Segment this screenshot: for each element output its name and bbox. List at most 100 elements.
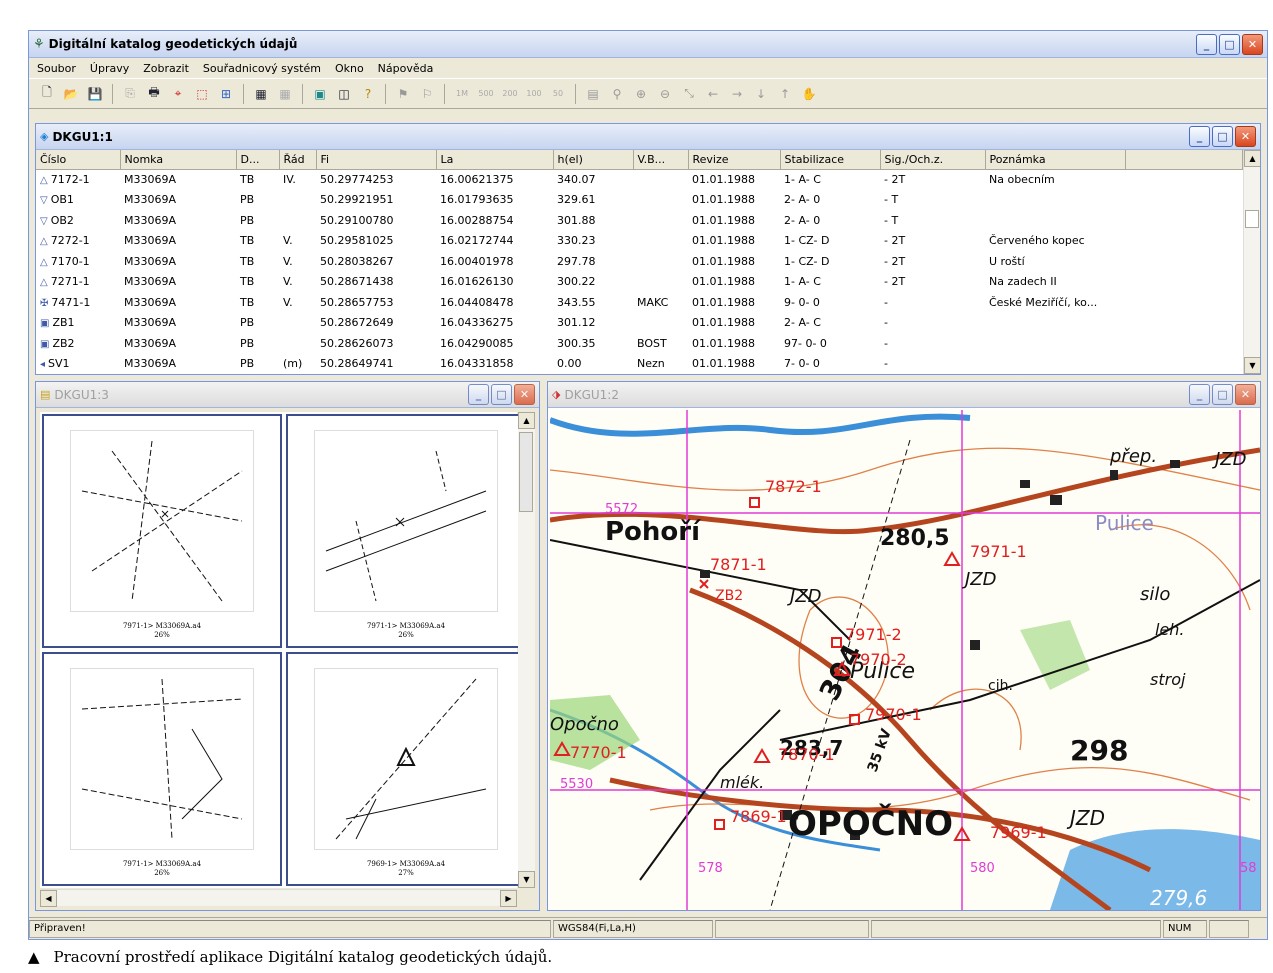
scale-500-button[interactable]: 500 (476, 84, 496, 104)
table-row[interactable]: ◂ SV1 M33069A PB (m) 50.28649741 16.04331858 0.… (36, 354, 1243, 375)
zoom-window-icon[interactable]: ⤡ (679, 84, 699, 104)
col-header-rad[interactable]: Řád (279, 150, 317, 170)
scale-1m-button[interactable]: 1M (452, 84, 472, 104)
map-minimize-button[interactable]: _ (1189, 384, 1210, 405)
scale-100-button[interactable]: 100 (524, 84, 544, 104)
point-marker[interactable] (943, 551, 961, 566)
col-header-nomka[interactable]: Nomka (120, 150, 237, 170)
menu-zobrazit[interactable]: Zobrazit (143, 62, 189, 75)
flag-back-icon[interactable]: ⚐ (417, 84, 437, 104)
col-header-revize[interactable]: Revize (688, 150, 781, 170)
col-header-sig[interactable]: Sig./Och.z. (880, 150, 986, 170)
label-pohori: Pohoří (605, 517, 702, 547)
flag-icon[interactable]: ⚑ (393, 84, 413, 104)
thumb-horizontal-scrollbar[interactable]: ◀ ▶ (40, 889, 517, 907)
sketch-image (70, 430, 254, 612)
pan-hand-icon[interactable]: ✋ (799, 84, 819, 104)
arrow-up-icon[interactable]: ↑ (775, 84, 795, 104)
maximize-button[interactable]: □ (1219, 33, 1240, 55)
zoom-in-icon[interactable]: ⊕ (631, 84, 651, 104)
minimize-button[interactable]: _ (1196, 33, 1217, 55)
table-row[interactable]: ▽ OB2 M33069A PB 50.29100780 16.00288754 301.8… (36, 210, 1243, 231)
point-marker[interactable] (753, 748, 771, 763)
thumb-vertical-scrollbar[interactable]: ▲ ▼ (518, 412, 535, 888)
map-icon[interactable]: ▣ (310, 84, 330, 104)
help-icon[interactable]: ? (358, 84, 378, 104)
table-maximize-button[interactable]: □ (1212, 126, 1233, 147)
scroll-up-icon[interactable]: ▲ (518, 412, 535, 429)
table-row[interactable]: ▣ ZB2 M33069A PB 50.28626073 16.04290085 300.3… (36, 333, 1243, 354)
new-file-icon[interactable]: 🗋 (37, 84, 57, 104)
thumbnail-4[interactable]: 7969-1> M33069A.a4 27% (286, 652, 526, 886)
table-row[interactable]: △ 7172-1 M33069A TB IV. 50.29774253 16.0062137… (36, 169, 1243, 190)
menu-okno[interactable]: Okno (335, 62, 364, 75)
table-row[interactable]: △ 7272-1 M33069A TB V. 50.29581025 16.02172744… (36, 231, 1243, 252)
copy-icon[interactable]: ⎘ (120, 84, 140, 104)
point-marker[interactable] (714, 819, 725, 830)
col-header-fi[interactable]: Fi (316, 150, 437, 170)
thumbnail-1[interactable]: 7971-1> M33069A.a4 26% (42, 414, 282, 648)
print-icon[interactable]: 🖶 (144, 84, 164, 104)
table-cell: 16.04336275 (440, 316, 514, 330)
scroll-left-icon[interactable]: ◀ (40, 890, 57, 907)
table-row[interactable]: ▽ OB1 M33069A PB 50.29921951 16.01793635 329.6… (36, 190, 1243, 211)
zoom-out-icon[interactable]: ⊖ (655, 84, 675, 104)
col-header-stabilizace[interactable]: Stabilizace (780, 150, 881, 170)
save-icon[interactable]: 💾 (85, 84, 105, 104)
col-header-vb[interactable]: V.B... (633, 150, 689, 170)
select-area-icon[interactable]: ⬚ (192, 84, 212, 104)
scroll-thumb[interactable] (519, 432, 533, 512)
arrow-left-icon[interactable]: ← (703, 84, 723, 104)
map-maximize-button[interactable]: □ (1212, 384, 1233, 405)
scroll-up-icon[interactable]: ▲ (1244, 150, 1260, 167)
thumb-close-button[interactable]: ✕ (514, 384, 535, 405)
table-cell-empty (1125, 190, 1243, 211)
thumb-minimize-button[interactable]: _ (468, 384, 489, 405)
menu-soubor[interactable]: Soubor (37, 62, 76, 75)
scroll-down-icon[interactable]: ▼ (1244, 357, 1260, 374)
point-marker[interactable] (749, 497, 760, 508)
table-close-button[interactable]: ✕ (1235, 126, 1256, 147)
select-point-icon[interactable]: ⌖ (168, 84, 188, 104)
menu-souradnicovy-system[interactable]: Souřadnicový systém (203, 62, 321, 75)
topographic-map[interactable]: Pohoří OPOČNO Pulice Pulice přep. JZD JZ… (550, 410, 1260, 910)
menu-upravy[interactable]: Úpravy (90, 62, 129, 75)
scroll-down-icon[interactable]: ▼ (518, 871, 535, 888)
table-row[interactable]: △ 7170-1 M33069A TB V. 50.28038267 16.00401978… (36, 251, 1243, 272)
menu-napoveda[interactable]: Nápověda (378, 62, 434, 75)
table-row[interactable]: ▣ ZB1 M33069A PB 50.28672649 16.04336275 301.1… (36, 313, 1243, 334)
binoculars-icon[interactable]: ⚲ (607, 84, 627, 104)
table-cell (633, 190, 688, 211)
col-header-cislo[interactable]: Číslo (36, 150, 121, 170)
scale-50-button[interactable]: 50 (548, 84, 568, 104)
layer-icon[interactable]: ▤ (583, 84, 603, 104)
map-close-button[interactable]: ✕ (1235, 384, 1256, 405)
table-row[interactable]: ✠ 7471-1 M33069A TB V. 50.28657753 16.04408478… (36, 292, 1243, 313)
frame-icon[interactable]: ◫ (334, 84, 354, 104)
col-header-d[interactable]: D... (236, 150, 280, 170)
arrow-down-icon[interactable]: ↓ (751, 84, 771, 104)
scroll-thumb[interactable] (1245, 210, 1259, 228)
table-cell: 343.55 (557, 295, 596, 309)
table-vertical-scrollbar[interactable]: ▲ ▼ (1243, 150, 1260, 374)
close-button[interactable]: ✕ (1242, 33, 1263, 55)
scale-200-button[interactable]: 200 (500, 84, 520, 104)
arrow-right-icon[interactable]: → (727, 84, 747, 104)
table-minimize-button[interactable]: _ (1189, 126, 1210, 147)
table-icon[interactable]: ▦ (251, 84, 271, 104)
thumbnail-2[interactable]: 7971-1> M33069A.a4 26% (286, 414, 526, 648)
thumb-maximize-button[interactable]: □ (491, 384, 512, 405)
open-folder-icon[interactable]: 📂 (61, 84, 81, 104)
col-header-hel[interactable]: h(el) (553, 150, 634, 170)
col-header-la[interactable]: La (436, 150, 554, 170)
point-label-5572: 5572 (605, 502, 638, 517)
thumbnail-3[interactable]: 7971-1> M33069A.a4 26% (42, 652, 282, 886)
grid-select-icon[interactable]: ⊞ (216, 84, 236, 104)
table-disabled-icon[interactable]: ▦ (275, 84, 295, 104)
point-label-578: 578 (698, 861, 723, 876)
app-window: ⚘ Digitální katalog geodetických údajů _… (28, 30, 1268, 940)
point-marker[interactable] (699, 579, 709, 589)
scroll-right-icon[interactable]: ▶ (500, 890, 517, 907)
table-row[interactable]: △ 7271-1 M33069A TB V. 50.28671438 16.01626130… (36, 272, 1243, 293)
col-header-poznamka[interactable]: Poznámka (985, 150, 1126, 170)
